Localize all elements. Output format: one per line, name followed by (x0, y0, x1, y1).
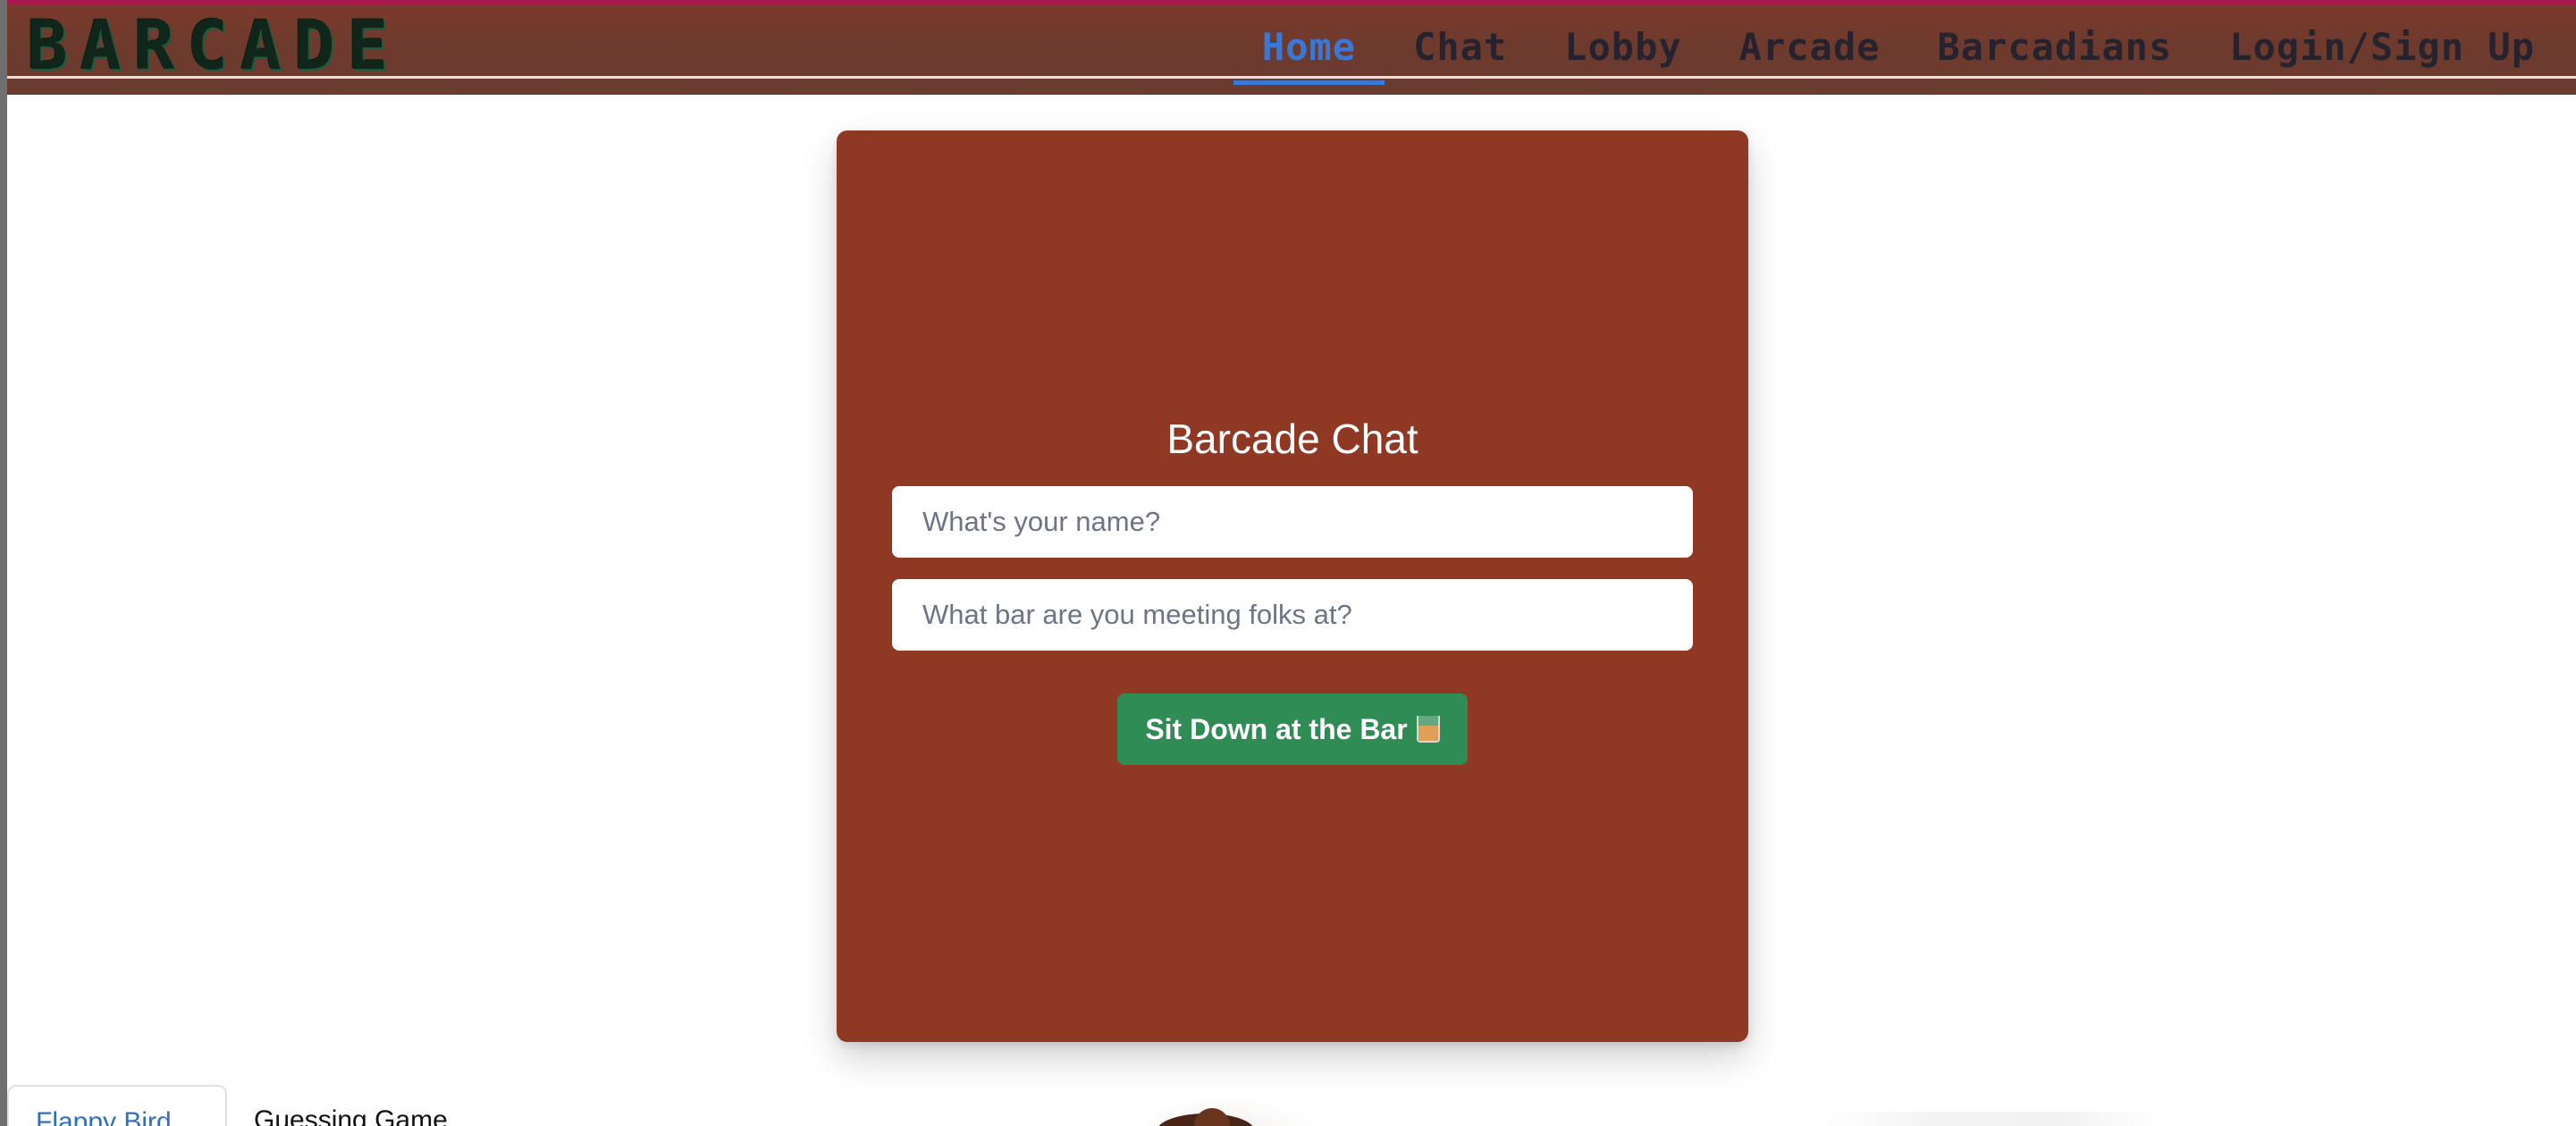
window-edge (0, 0, 7, 1126)
chat-card-title: Barcade Chat (1166, 416, 1418, 462)
nav-link-home[interactable]: Home (1233, 12, 1385, 85)
tab-guessing-game[interactable]: Guessing Game (227, 1085, 475, 1126)
tab-flappy-bird[interactable]: Flappy Bird (7, 1085, 227, 1126)
partial-bottom-graphic (1823, 1112, 2163, 1126)
logo-text: BARCADE (27, 4, 401, 85)
top-navbar: BARCADE Home Chat Lobby Arcade Barcadian… (7, 0, 2576, 95)
name-input[interactable] (892, 486, 1693, 558)
nav-link-chat[interactable]: Chat (1385, 12, 1536, 83)
barcade-logo[interactable]: BARCADE (27, 5, 400, 85)
bar-input[interactable] (892, 579, 1693, 651)
nav-link-arcade[interactable]: Arcade (1711, 12, 1909, 83)
navbar-divider (7, 76, 2576, 79)
nav-links: Home Chat Lobby Arcade Barcadians Login/… (1233, 12, 2563, 85)
chat-join-card: Barcade Chat Sit Down at the Bar (837, 130, 1748, 1042)
sit-down-button[interactable]: Sit Down at the Bar (1117, 693, 1468, 765)
whisky-glass-icon (1416, 716, 1440, 743)
browser-viewport: BARCADE Home Chat Lobby Arcade Barcadian… (0, 0, 2576, 1126)
nav-link-lobby[interactable]: Lobby (1536, 12, 1710, 83)
game-tabs: Flappy Bird Guessing Game (7, 1085, 475, 1126)
nav-link-login-signup[interactable]: Login/Sign Up (2201, 12, 2563, 83)
sit-down-button-label: Sit Down at the Bar (1145, 712, 1408, 745)
nav-link-barcadians[interactable]: Barcadians (1908, 12, 2201, 83)
partial-bottom-image (1132, 1096, 1319, 1126)
